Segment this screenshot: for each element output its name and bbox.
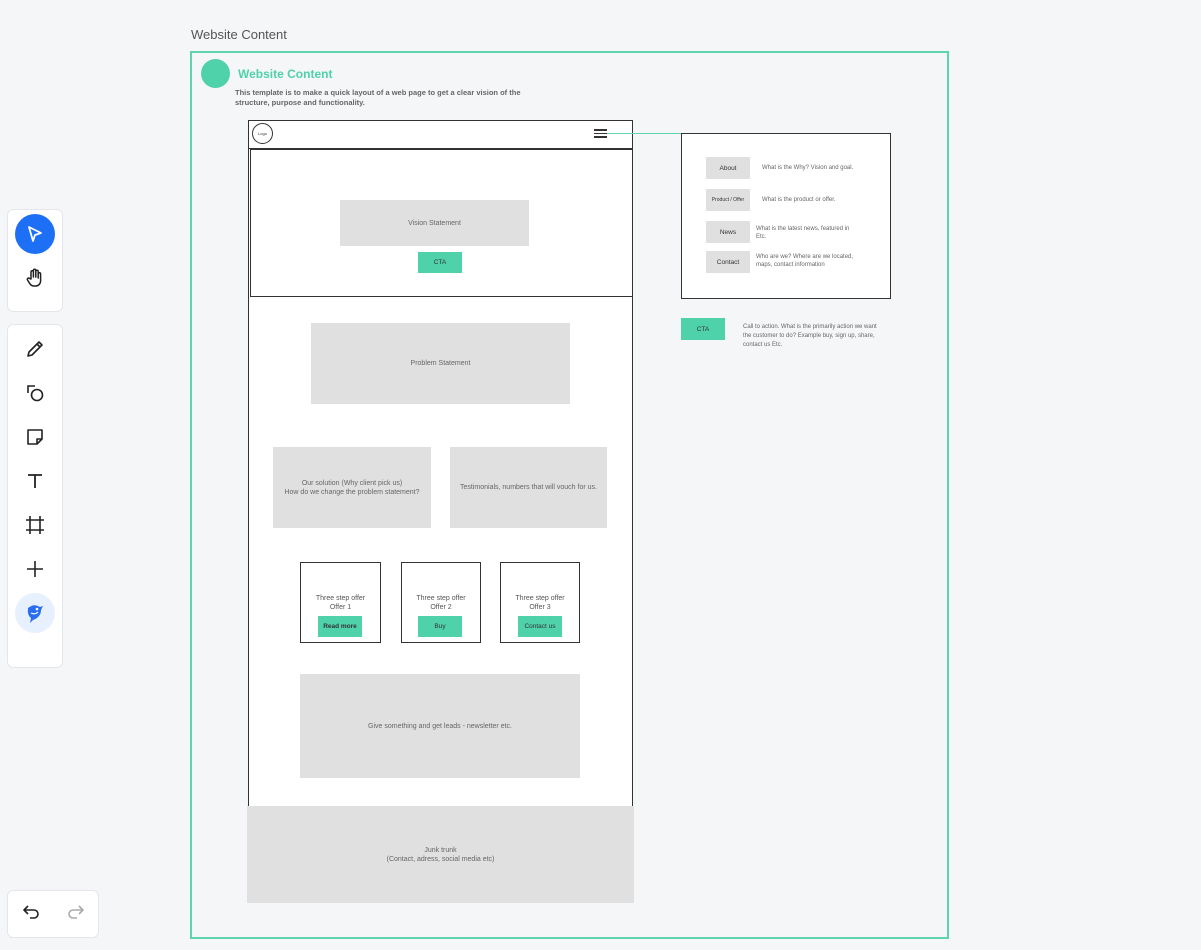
menu-contact[interactable]: Contact bbox=[706, 251, 750, 273]
shapes-tool[interactable] bbox=[15, 373, 55, 413]
cursor-icon bbox=[28, 226, 42, 242]
offer-3-line1: Three step offer bbox=[515, 595, 565, 602]
menu-about-desc: What is the Why? Vision and goal. bbox=[762, 165, 854, 171]
frame-icon bbox=[26, 516, 44, 534]
buy-button[interactable]: Buy bbox=[418, 616, 462, 637]
offer-1-line1: Three step offer bbox=[315, 595, 366, 602]
vision-statement[interactable]: Vision Statement bbox=[340, 200, 529, 246]
wireframe-nav bbox=[248, 120, 633, 149]
menu-product-desc: What is the product or offer. bbox=[762, 197, 836, 203]
ai-assistant-tool[interactable] bbox=[15, 593, 55, 633]
cta-description: Call to action. What is the primarily ac… bbox=[743, 324, 877, 348]
hamburger-icon[interactable] bbox=[594, 129, 607, 138]
menu-contact-desc: Who are we? Where are we located, maps, … bbox=[756, 254, 854, 268]
redo-button[interactable] bbox=[65, 901, 87, 928]
leads-block[interactable]: Give something and get leads - newslette… bbox=[300, 674, 580, 778]
menu-product-offer[interactable]: Product / Offer bbox=[706, 189, 750, 211]
offer-1-line2: Offer 1 bbox=[329, 604, 352, 611]
undo-button[interactable] bbox=[20, 901, 42, 928]
solution-block[interactable]: Our solution (Why client pick us) How do… bbox=[273, 447, 431, 528]
undo-icon bbox=[22, 904, 39, 919]
junk-line2: (Contact, adress, social media etc) bbox=[386, 855, 495, 863]
hand-icon bbox=[26, 268, 42, 287]
solution-line1: Our solution (Why client pick us) bbox=[301, 479, 403, 487]
problem-statement[interactable]: Problem Statement bbox=[311, 323, 570, 404]
text-tool[interactable] bbox=[15, 461, 55, 501]
offer-3-line2: Offer 3 bbox=[529, 604, 551, 611]
navigation-toolbar bbox=[7, 209, 63, 312]
hero-cta-button[interactable]: CTA bbox=[418, 252, 462, 273]
testimonials-block[interactable]: Testimonials, numbers that will vouch fo… bbox=[450, 447, 607, 528]
offer-2-line1: Three step offer bbox=[416, 595, 466, 602]
menu-connector bbox=[607, 133, 682, 134]
select-tool[interactable] bbox=[15, 214, 55, 254]
hand-tool[interactable] bbox=[15, 258, 55, 298]
junk-line1: Junk trunk bbox=[424, 846, 457, 854]
template-title[interactable]: Website Content bbox=[238, 67, 332, 81]
contact-us-button[interactable]: Contact us bbox=[518, 616, 562, 637]
frame-tool[interactable] bbox=[15, 505, 55, 545]
pen-icon bbox=[27, 341, 43, 357]
menu-about[interactable]: About bbox=[706, 157, 750, 179]
pen-tool[interactable] bbox=[15, 329, 55, 369]
menu-news[interactable]: News bbox=[706, 221, 750, 243]
shapes-icon bbox=[27, 385, 44, 402]
read-more-button[interactable]: Read more bbox=[318, 616, 362, 637]
creation-toolbar bbox=[7, 324, 63, 668]
logo-placeholder[interactable]: Logo bbox=[252, 123, 273, 144]
assistant-bird-icon bbox=[27, 605, 43, 623]
template-description[interactable]: This template is to make a quick layout … bbox=[235, 88, 525, 108]
plus-icon bbox=[27, 561, 43, 577]
history-toolbar bbox=[7, 890, 99, 938]
frame-title[interactable]: Website Content bbox=[191, 27, 287, 42]
footer-junk-trunk[interactable]: Junk trunk (Contact, adress, social medi… bbox=[247, 806, 634, 903]
menu-news-desc: What is the latest news, featured in Etc… bbox=[756, 226, 850, 240]
header-dot bbox=[201, 59, 230, 88]
add-tool[interactable] bbox=[15, 549, 55, 589]
sticky-note-icon bbox=[27, 429, 43, 445]
text-icon bbox=[28, 474, 42, 488]
redo-icon bbox=[67, 904, 84, 919]
cta-sample-button[interactable]: CTA bbox=[681, 318, 725, 340]
sticky-note-tool[interactable] bbox=[15, 417, 55, 457]
offer-2-line2: Offer 2 bbox=[430, 604, 452, 611]
solution-line2: How do we change the problem statement? bbox=[284, 488, 420, 496]
